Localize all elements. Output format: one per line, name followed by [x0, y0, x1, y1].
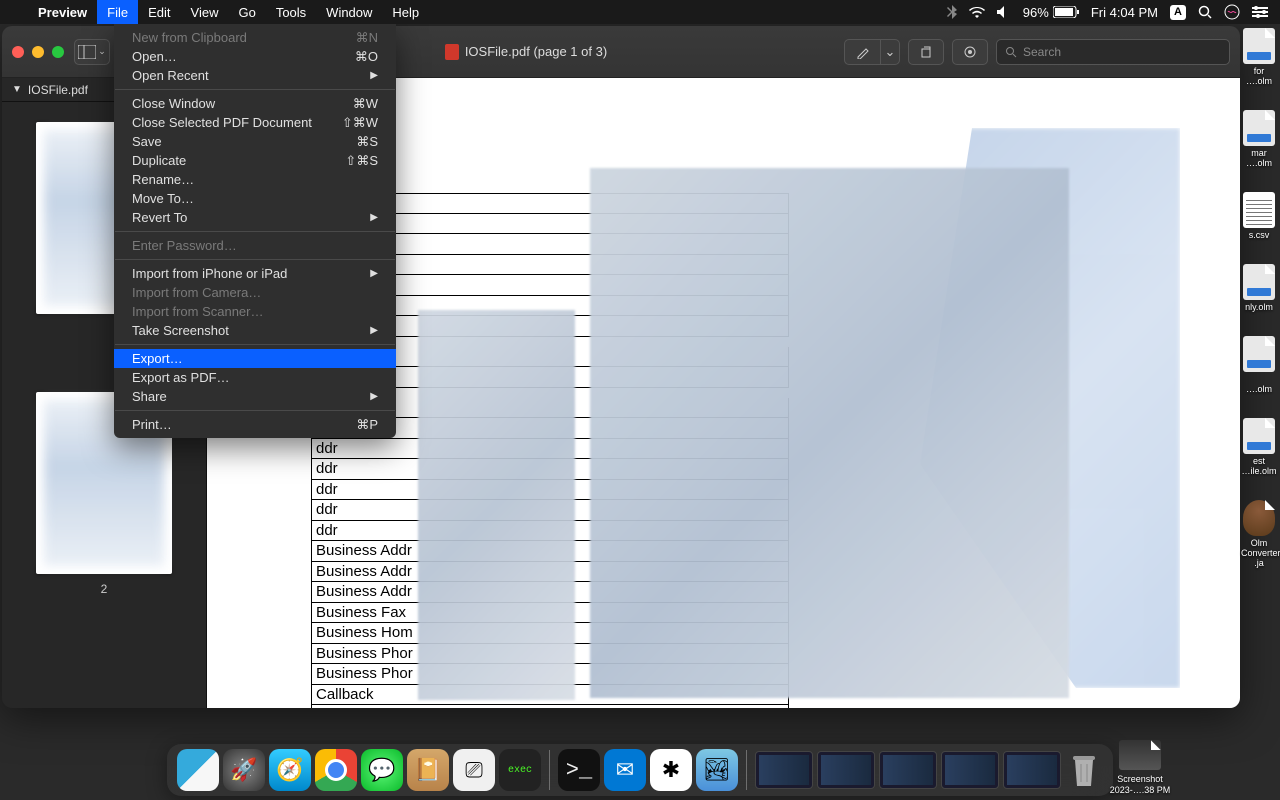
desktop-files: for ….olm mar ….olm s.csv nly.olm ….olm est …	[1240, 28, 1278, 568]
dock-launchpad[interactable]: 🚀	[223, 749, 265, 791]
search-placeholder: Search	[1023, 45, 1061, 59]
menu-view[interactable]: View	[181, 0, 229, 24]
volume-icon[interactable]	[997, 6, 1011, 18]
file-menu-dropdown: New from Clipboard⌘NOpen…⌘OOpen Recent▶ C…	[114, 24, 396, 438]
desktop-file[interactable]: for ….olm	[1241, 28, 1277, 86]
app-name[interactable]: Preview	[28, 5, 97, 20]
menu-item-move-to[interactable]: Move To…	[114, 189, 396, 208]
menu-item-new-from-clipboard: New from Clipboard⌘N	[114, 28, 396, 47]
menu-item-print[interactable]: Print…⌘P	[114, 415, 396, 434]
blurred-region	[590, 168, 1069, 698]
dock-outlook[interactable]: ✉	[604, 749, 646, 791]
siri-icon[interactable]	[1224, 4, 1240, 20]
desktop-file[interactable]: mar ….olm	[1241, 110, 1277, 168]
menu-item-export[interactable]: Export…	[114, 349, 396, 368]
dock-minimized-window-2[interactable]	[817, 751, 875, 789]
menu-item-close-window[interactable]: Close Window⌘W	[114, 94, 396, 113]
dock: 🚀 🧭 💬 📔 ⎚ exec >_ ✉ ✱ 🏞	[167, 744, 1113, 796]
zoom-button[interactable]	[52, 46, 64, 58]
menu-item-save[interactable]: Save⌘S	[114, 132, 396, 151]
menu-go[interactable]: Go	[228, 0, 265, 24]
table-cell: Car Phone	[311, 705, 789, 708]
dock-screenshot[interactable]: ⎚	[453, 749, 495, 791]
dock-preview[interactable]: 🏞	[696, 749, 738, 791]
dock-contacts[interactable]: 📔	[407, 749, 449, 791]
battery-percent: 96%	[1023, 5, 1049, 20]
menu-item-import-from-iphone-or-ipad[interactable]: Import from iPhone or iPad▶	[114, 264, 396, 283]
highlight-button[interactable]	[952, 39, 988, 65]
dock-terminal[interactable]: exec	[499, 749, 541, 791]
desktop-file[interactable]: s.csv	[1241, 192, 1277, 240]
menu-item-rename[interactable]: Rename…	[114, 170, 396, 189]
close-button[interactable]	[12, 46, 24, 58]
dock-file-label: Screenshot 2023-….38 PM	[1100, 740, 1180, 796]
menu-item-close-selected-pdf-document[interactable]: Close Selected PDF Document⇧⌘W	[114, 113, 396, 132]
menu-item-duplicate[interactable]: Duplicate⇧⌘S	[114, 151, 396, 170]
blurred-region	[418, 310, 575, 700]
menu-item-share[interactable]: Share▶	[114, 387, 396, 406]
system-menubar: Preview FileEditViewGoToolsWindowHelp 96…	[0, 0, 1280, 24]
search-field[interactable]: Search	[996, 39, 1230, 65]
menu-file[interactable]: File	[97, 0, 138, 24]
spotlight-icon[interactable]	[1198, 5, 1212, 19]
desktop-file[interactable]: Olm Converter .ja	[1241, 500, 1277, 568]
rotate-button[interactable]	[908, 39, 944, 65]
control-center-icon[interactable]	[1252, 6, 1268, 18]
bluetooth-icon[interactable]	[947, 5, 957, 19]
dock-minimized-window-4[interactable]	[941, 751, 999, 789]
dock-finder[interactable]	[177, 749, 219, 791]
dock-chrome[interactable]	[315, 749, 357, 791]
menu-item-open[interactable]: Open…⌘O	[114, 47, 396, 66]
menu-window[interactable]: Window	[316, 0, 382, 24]
keyboard-input-icon[interactable]: A	[1170, 5, 1186, 20]
window-traffic-lights	[12, 46, 64, 58]
wifi-icon[interactable]	[969, 6, 985, 18]
menu-item-import-from-scanner: Import from Scanner…	[114, 302, 396, 321]
menu-item-revert-to[interactable]: Revert To▶	[114, 208, 396, 227]
dock-trash[interactable]	[1065, 749, 1103, 791]
desktop-file[interactable]: est …ile.olm	[1241, 418, 1277, 476]
menu-item-take-screenshot[interactable]: Take Screenshot▶	[114, 321, 396, 340]
menu-edit[interactable]: Edit	[138, 0, 180, 24]
markup-dropdown[interactable]: ⌄	[880, 39, 900, 65]
clock[interactable]: Fri 4:04 PM	[1091, 5, 1158, 20]
menu-item-import-from-camera: Import from Camera…	[114, 283, 396, 302]
menu-help[interactable]: Help	[382, 0, 429, 24]
menu-item-open-recent[interactable]: Open Recent▶	[114, 66, 396, 85]
menu-tools[interactable]: Tools	[266, 0, 316, 24]
menu-item-export-as-pdf[interactable]: Export as PDF…	[114, 368, 396, 387]
menu-item-enter-password: Enter Password…	[114, 236, 396, 255]
sidebar-toggle-button[interactable]: ⌄	[74, 39, 110, 65]
dock-iterm[interactable]: >_	[558, 749, 600, 791]
dock-minimized-window-5[interactable]	[1003, 751, 1061, 789]
dock-minimized-window-1[interactable]	[755, 751, 813, 789]
battery-status[interactable]: 96%	[1023, 5, 1079, 20]
pdf-icon	[445, 44, 459, 60]
dock-slack[interactable]: ✱	[650, 749, 692, 791]
dock-minimized-window-3[interactable]	[879, 751, 937, 789]
dock-messages[interactable]: 💬	[361, 749, 403, 791]
minimize-button[interactable]	[32, 46, 44, 58]
markup-button[interactable]	[844, 39, 880, 65]
desktop-file[interactable]: ….olm	[1241, 336, 1277, 394]
page-label: 2	[32, 582, 176, 596]
dock-safari[interactable]: 🧭	[269, 749, 311, 791]
desktop-file[interactable]: nly.olm	[1241, 264, 1277, 312]
